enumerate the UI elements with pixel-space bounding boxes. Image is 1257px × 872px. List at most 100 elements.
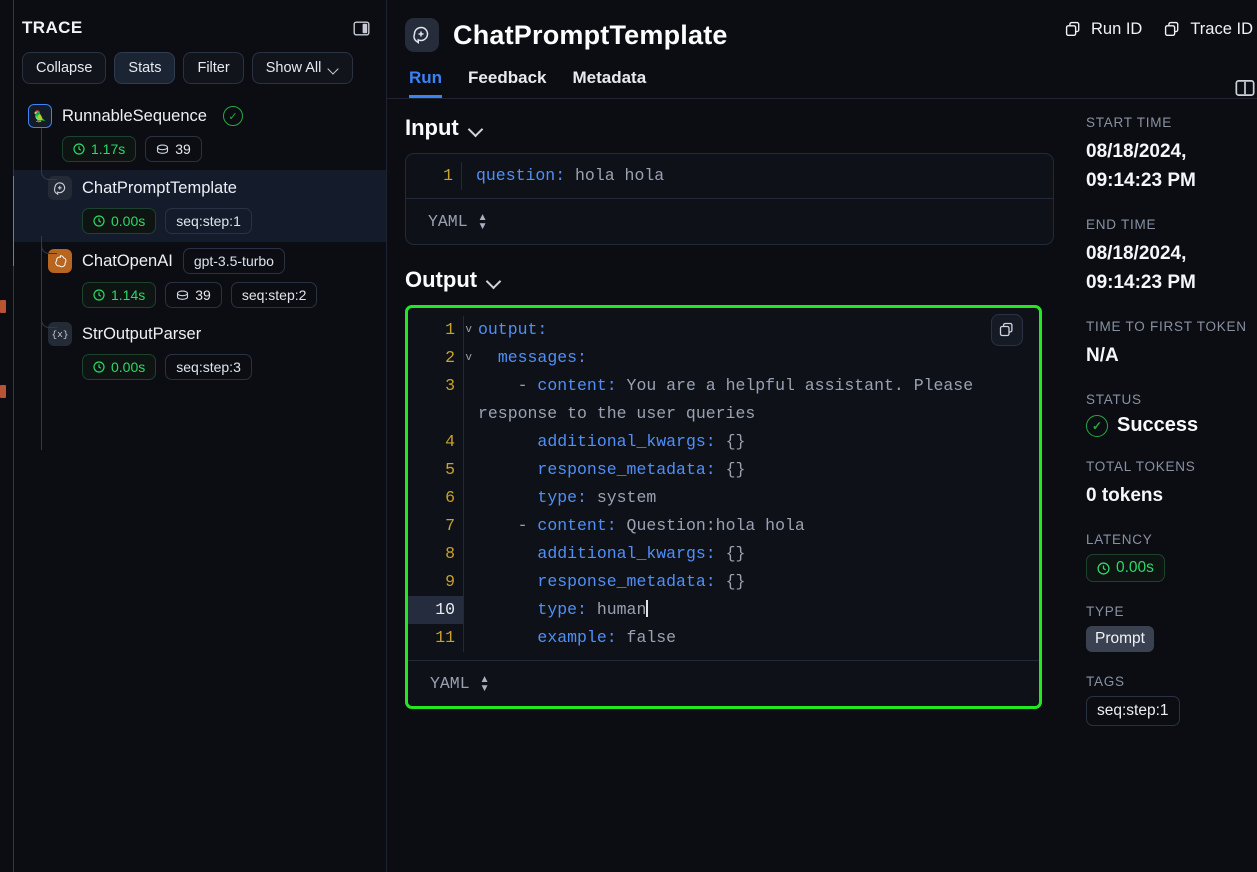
tree-row-badges: 0.00s seq:step:3 (28, 346, 386, 380)
yaml-value: {} (725, 460, 746, 479)
output-lines: 1 v output: 2 v messages: 3 - content: You ar… (408, 316, 1039, 652)
tree-row-badges: 0.00s seq:step:1 (28, 200, 386, 234)
code-line: 10 type: human (408, 596, 1039, 624)
metadata-sidebar: START TIME 08/18/2024, 09:14:23 PM END T… (1070, 99, 1257, 859)
latency-badge: 1.17s (62, 136, 137, 162)
code-line-text: output: (463, 316, 1039, 344)
output-format-label: YAML (430, 674, 470, 693)
yaml-value: {} (725, 572, 746, 591)
ttft-block: TIME TO FIRST TOKEN N/A (1086, 319, 1257, 370)
code-line-text: question: hola hola (461, 162, 1053, 190)
tree-item-chatopenai[interactable]: ChatOpenAI gpt-3.5-turbo 1.14s 39 seq:st… (14, 236, 386, 316)
code-line-text: type: human (463, 596, 1039, 624)
run-content: Input 1 question: hola hola YAML ▲ ▼ Out… (387, 99, 1257, 859)
yaml-value: system (596, 488, 657, 507)
chevron-down-icon (487, 276, 501, 285)
fold-chevron-icon[interactable]: v (465, 344, 472, 372)
tree-elbow (41, 310, 57, 328)
tab-run[interactable]: Run (409, 68, 442, 98)
copy-output-button[interactable] (991, 314, 1023, 346)
input-section-header[interactable]: Input (405, 115, 1054, 141)
fold-chevron-icon[interactable]: v (465, 316, 472, 344)
tree-row-main: {x} StrOutputParser (28, 322, 386, 346)
collapse-button[interactable]: Collapse (22, 52, 107, 84)
tree-item-runnablesequence[interactable]: 🦜 RunnableSequence ✓ 1.17s 39 (14, 98, 386, 170)
start-time-label: START TIME (1086, 115, 1173, 130)
code-line: 9 response_metadata: {} (408, 568, 1039, 596)
line-number: 11 (435, 628, 455, 647)
yaml-key: response_metadata: (537, 572, 716, 591)
code-line-text: example: false (463, 624, 1039, 652)
token-badge: 39 (165, 282, 222, 308)
line-number: 1 (443, 166, 453, 185)
latency-badge: 0.00s (1086, 554, 1165, 582)
trace-toolbar: Collapse Stats Filter Show All (14, 38, 386, 84)
line-number: 2v (408, 344, 472, 372)
copy-trace-id-button[interactable]: Trace ID (1164, 20, 1253, 39)
token-value: 39 (175, 141, 191, 157)
output-section-header[interactable]: Output (405, 267, 1054, 293)
trace-tree: 🦜 RunnableSequence ✓ 1.17s 39 ChatPrompt… (14, 84, 386, 450)
code-line-text: type: system (463, 484, 1039, 512)
step-badge: seq:step:2 (230, 282, 318, 308)
end-time-block: END TIME 08/18/2024, 09:14:23 PM (1086, 217, 1257, 297)
tree-item-label: ChatPromptTemplate (82, 178, 237, 197)
page-title: ChatPromptTemplate (453, 19, 728, 50)
input-format-bar[interactable]: YAML ▲ ▼ (406, 198, 1053, 244)
latency-value: 0.00s (111, 213, 146, 229)
panel-toggle-icon[interactable] (1235, 78, 1255, 98)
start-time-value: 08/18/2024, 09:14:23 PM (1086, 137, 1257, 195)
text-cursor (646, 600, 648, 617)
trace-panel: TRACE Collapse Stats Filter Show All 🦜 R… (14, 0, 387, 872)
output-code-body: 1 v output: 2 v messages: 3 - content: You ar… (408, 308, 1039, 660)
total-tokens-block: TOTAL TOKENS 0 tokens (1086, 459, 1257, 510)
tree-row-badges: 1.14s 39 seq:step:2 (28, 274, 386, 308)
token-badge: 39 (145, 136, 202, 162)
tree-item-label: RunnableSequence (62, 106, 207, 125)
tree-elbow (41, 162, 57, 180)
latency-value: 0.00s (111, 359, 146, 375)
copy-icon (1165, 21, 1179, 37)
chat-prompt-icon (405, 18, 439, 52)
line-number: 10 (408, 596, 463, 624)
code-line: 1 question: hola hola (406, 162, 1053, 190)
code-line: 8 additional_kwargs: {} (408, 540, 1039, 568)
code-line-text: messages: (463, 344, 1039, 372)
code-line: 1 v output: (408, 316, 1039, 344)
end-time-label: END TIME (1086, 217, 1157, 232)
tree-item-label: ChatOpenAI (82, 251, 173, 270)
chevron-down-icon (469, 124, 483, 133)
token-value: 39 (195, 287, 211, 303)
yaml-key: type: (537, 488, 587, 507)
check-circle-icon: ✓ (1086, 414, 1108, 437)
chevron-updown-icon: ▲ ▼ (477, 211, 488, 232)
tab-metadata[interactable]: Metadata (572, 68, 646, 98)
end-time-clock: 09:14:23 PM (1086, 272, 1196, 293)
trace-id-label: Trace ID (1190, 20, 1253, 38)
copy-run-id-button[interactable]: Run ID (1065, 20, 1142, 39)
tree-elbow (41, 236, 57, 254)
type-label: TYPE (1086, 604, 1125, 619)
yaml-key: additional_kwargs: (537, 544, 716, 563)
latency-block: LATENCY 0.00s (1086, 532, 1257, 582)
tab-feedback[interactable]: Feedback (468, 68, 546, 98)
code-line: 2v messages: (408, 344, 1039, 372)
filter-button[interactable]: Filter (183, 52, 244, 84)
copy-icon (999, 322, 1013, 337)
tree-item-stroutputparser[interactable]: {x} StrOutputParser 0.00s seq:step:3 (14, 310, 386, 388)
show-all-dropdown[interactable]: Show All (251, 52, 354, 84)
output-format-bar[interactable]: YAML ▲ ▼ (408, 660, 1039, 706)
yaml-key: response_metadata: (537, 460, 716, 479)
ttft-label: TIME TO FIRST TOKEN (1086, 319, 1247, 334)
yaml-key: content: (537, 516, 617, 535)
tree-item-chatprompttemplate[interactable]: ChatPromptTemplate 0.00s seq:step:1 (14, 162, 386, 242)
step-badge: seq:step:1 (165, 208, 252, 234)
total-tokens-value: 0 tokens (1086, 485, 1164, 506)
stats-button[interactable]: Stats (114, 52, 176, 84)
io-column: Input 1 question: hola hola YAML ▲ ▼ Out… (387, 99, 1070, 859)
parrot-icon: 🦜 (28, 104, 52, 128)
tag-badge[interactable]: seq:step:1 (1086, 696, 1180, 726)
code-line-text: - content: You are a helpful assistant. … (463, 372, 1039, 428)
yaml-value: hola hola (575, 166, 665, 185)
panel-toggle-icon[interactable] (353, 20, 370, 37)
